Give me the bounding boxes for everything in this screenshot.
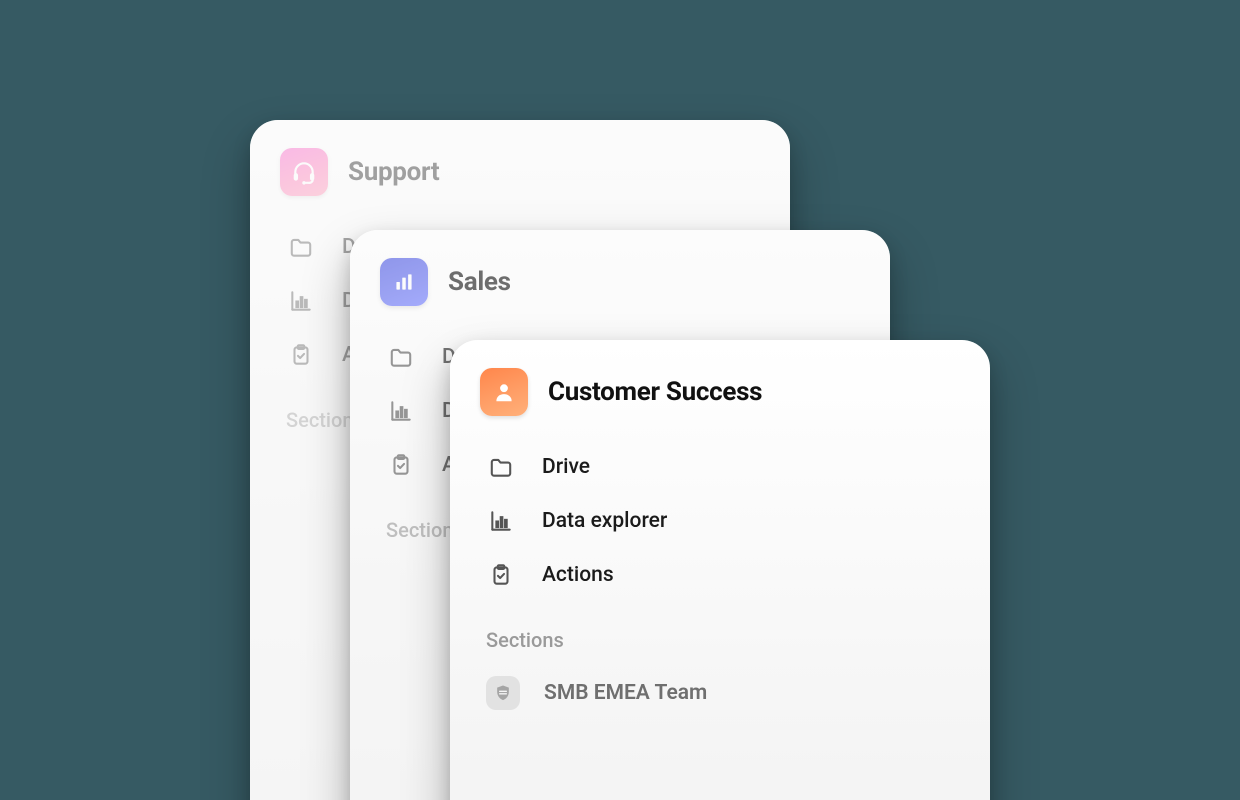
nav-data-explorer[interactable]: Data explorer [480,494,960,548]
card-title: Customer Success [548,377,762,407]
workspace-cards-stack: Support Drive Data explorer Actions Sect… [0,0,1240,800]
primary-nav: Drive Data explorer Actions [480,440,960,602]
card-title: Sales [448,267,511,297]
card-title: Support [348,157,439,187]
card-header: Support [280,148,760,196]
card-header: Sales [380,258,860,306]
headset-icon [291,159,317,185]
person-icon [491,379,517,405]
nav-actions[interactable]: Actions [480,548,960,602]
clipboard-check-icon [286,340,316,370]
section-item-label: SMB EMEA Team [544,681,707,705]
sales-app-icon [380,258,428,306]
nav-label: Drive [542,455,590,479]
chart-icon [386,396,416,426]
nav-drive[interactable]: Drive [480,440,960,494]
clipboard-check-icon [386,450,416,480]
shield-icon [486,676,520,710]
customer-success-app-icon [480,368,528,416]
nav-label: Actions [542,563,614,587]
card-header: Customer Success [480,368,960,416]
folder-icon [386,342,416,372]
bar-chart-icon [391,269,417,295]
folder-icon [286,232,316,262]
workspace-card-customer-success: Customer Success Drive Data explorer Act… [450,340,990,800]
support-app-icon [280,148,328,196]
chart-icon [486,506,516,536]
sections-heading: Sections [486,628,960,652]
folder-icon [486,452,516,482]
nav-label: Data explorer [542,509,667,533]
section-item-smb-emea-team[interactable]: SMB EMEA Team [480,666,960,720]
chart-icon [286,286,316,316]
clipboard-check-icon [486,560,516,590]
